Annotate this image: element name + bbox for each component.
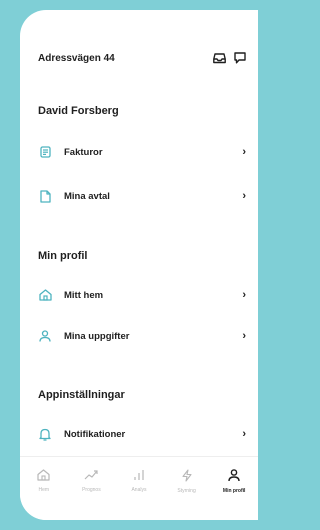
menu-item-mina-avtal[interactable]: Mina avtal › (38, 185, 246, 207)
bell-icon (38, 427, 52, 441)
inbox-icon[interactable] (213, 52, 226, 64)
menu-item-label: Notifikationer (64, 428, 126, 440)
chevron-right-icon: › (242, 428, 246, 440)
chevron-right-icon: › (242, 146, 246, 158)
menu-item-label: Fakturor (64, 146, 103, 158)
tab-label: Analys (131, 487, 147, 493)
phone-screen: Adressvägen 44 David Forsberg Fakturor ›… (20, 10, 258, 520)
menu-item-fakturor[interactable]: Fakturor › (38, 141, 246, 163)
home-icon (38, 288, 52, 302)
tab-label: Hem (38, 487, 50, 493)
chevron-right-icon: › (242, 289, 246, 301)
tab-hem[interactable]: Hem (24, 469, 64, 493)
document-icon (38, 189, 52, 203)
tab-min-profil[interactable]: Min profil (214, 469, 254, 494)
menu-item-label: Mitt hem (64, 289, 104, 301)
home-icon (37, 469, 50, 481)
header-icons (213, 52, 246, 64)
bolt-icon (181, 469, 193, 482)
tab-label: Styrning (177, 488, 196, 494)
section-title-profile: Min profil (38, 250, 88, 262)
tab-prognos[interactable]: Prognos (71, 469, 111, 493)
user-name: David Forsberg (38, 105, 119, 117)
bar-chart-icon (133, 469, 145, 481)
tab-bar: Hem Prognos Analys Styrning Min profil (20, 456, 258, 520)
menu-item-label: Mina uppgifter (64, 330, 130, 342)
person-icon (228, 469, 240, 482)
chevron-right-icon: › (242, 190, 246, 202)
chevron-right-icon: › (242, 330, 246, 342)
tab-label: Prognos (82, 487, 101, 493)
section-title-settings: Appinställningar (38, 389, 125, 401)
tab-analys[interactable]: Analys (119, 469, 159, 493)
chat-icon[interactable] (234, 52, 246, 64)
menu-item-notifikationer[interactable]: Notifikationer › (38, 423, 246, 445)
tab-styrning[interactable]: Styrning (167, 469, 207, 494)
trend-icon (84, 469, 98, 481)
menu-item-label: Mina avtal (64, 190, 110, 202)
tab-label: Min profil (222, 488, 246, 494)
invoice-icon (38, 145, 52, 159)
menu-item-mitt-hem[interactable]: Mitt hem › (38, 284, 246, 306)
address-label: Adressvägen 44 (38, 52, 115, 64)
person-icon (38, 329, 52, 343)
header: Adressvägen 44 (38, 50, 246, 66)
menu-item-mina-uppgifter[interactable]: Mina uppgifter › (38, 325, 246, 347)
